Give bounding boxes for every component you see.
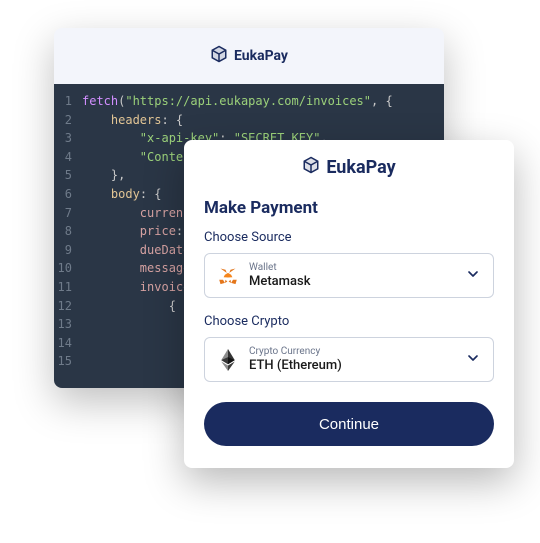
- metamask-icon: [217, 265, 239, 287]
- crypto-caption: Crypto Currency: [249, 346, 455, 358]
- brand-logo: EukaPay: [302, 156, 395, 179]
- line-number: 3: [54, 129, 82, 148]
- source-label: Choose Source: [204, 230, 494, 245]
- crypto-value: ETH (Ethereum): [249, 358, 455, 373]
- crypto-label: Choose Crypto: [204, 314, 494, 329]
- line-number: 8: [54, 222, 82, 241]
- ethereum-icon: [217, 349, 239, 371]
- brand-logo: EukaPay: [210, 45, 288, 67]
- code-line: 1fetch("https://api.eukapay.com/invoices…: [54, 92, 444, 111]
- line-content: headers: {: [82, 111, 444, 130]
- source-value: Metamask: [249, 274, 455, 289]
- line-number: 6: [54, 185, 82, 204]
- line-number: 9: [54, 241, 82, 260]
- line-number: 13: [54, 315, 82, 334]
- payment-card-header: EukaPay: [184, 140, 514, 194]
- line-content: fetch("https://api.eukapay.com/invoices"…: [82, 92, 444, 111]
- cube-icon: [210, 45, 228, 67]
- brand-name: EukaPay: [326, 157, 395, 178]
- brand-name: EukaPay: [234, 48, 288, 64]
- payment-title: Make Payment: [204, 198, 494, 218]
- line-number: 1: [54, 92, 82, 111]
- line-number: 2: [54, 111, 82, 130]
- line-number: 14: [54, 334, 82, 353]
- line-number: 12: [54, 297, 82, 316]
- chevron-down-icon: [465, 266, 481, 286]
- chevron-down-icon: [465, 350, 481, 370]
- line-number: 11: [54, 278, 82, 297]
- line-number: 15: [54, 352, 82, 371]
- code-line: 2 headers: {: [54, 111, 444, 130]
- crypto-select[interactable]: Crypto Currency ETH (Ethereum): [204, 337, 494, 382]
- line-number: 5: [54, 166, 82, 185]
- source-select[interactable]: Wallet Metamask: [204, 253, 494, 298]
- line-number: 4: [54, 148, 82, 167]
- line-number: 7: [54, 204, 82, 223]
- line-number: 10: [54, 259, 82, 278]
- cube-icon: [302, 156, 320, 179]
- continue-button[interactable]: Continue: [204, 402, 494, 446]
- code-card-header: EukaPay: [54, 28, 444, 84]
- source-caption: Wallet: [249, 262, 455, 274]
- payment-card: EukaPay Make Payment Choose Source Walle…: [184, 140, 514, 468]
